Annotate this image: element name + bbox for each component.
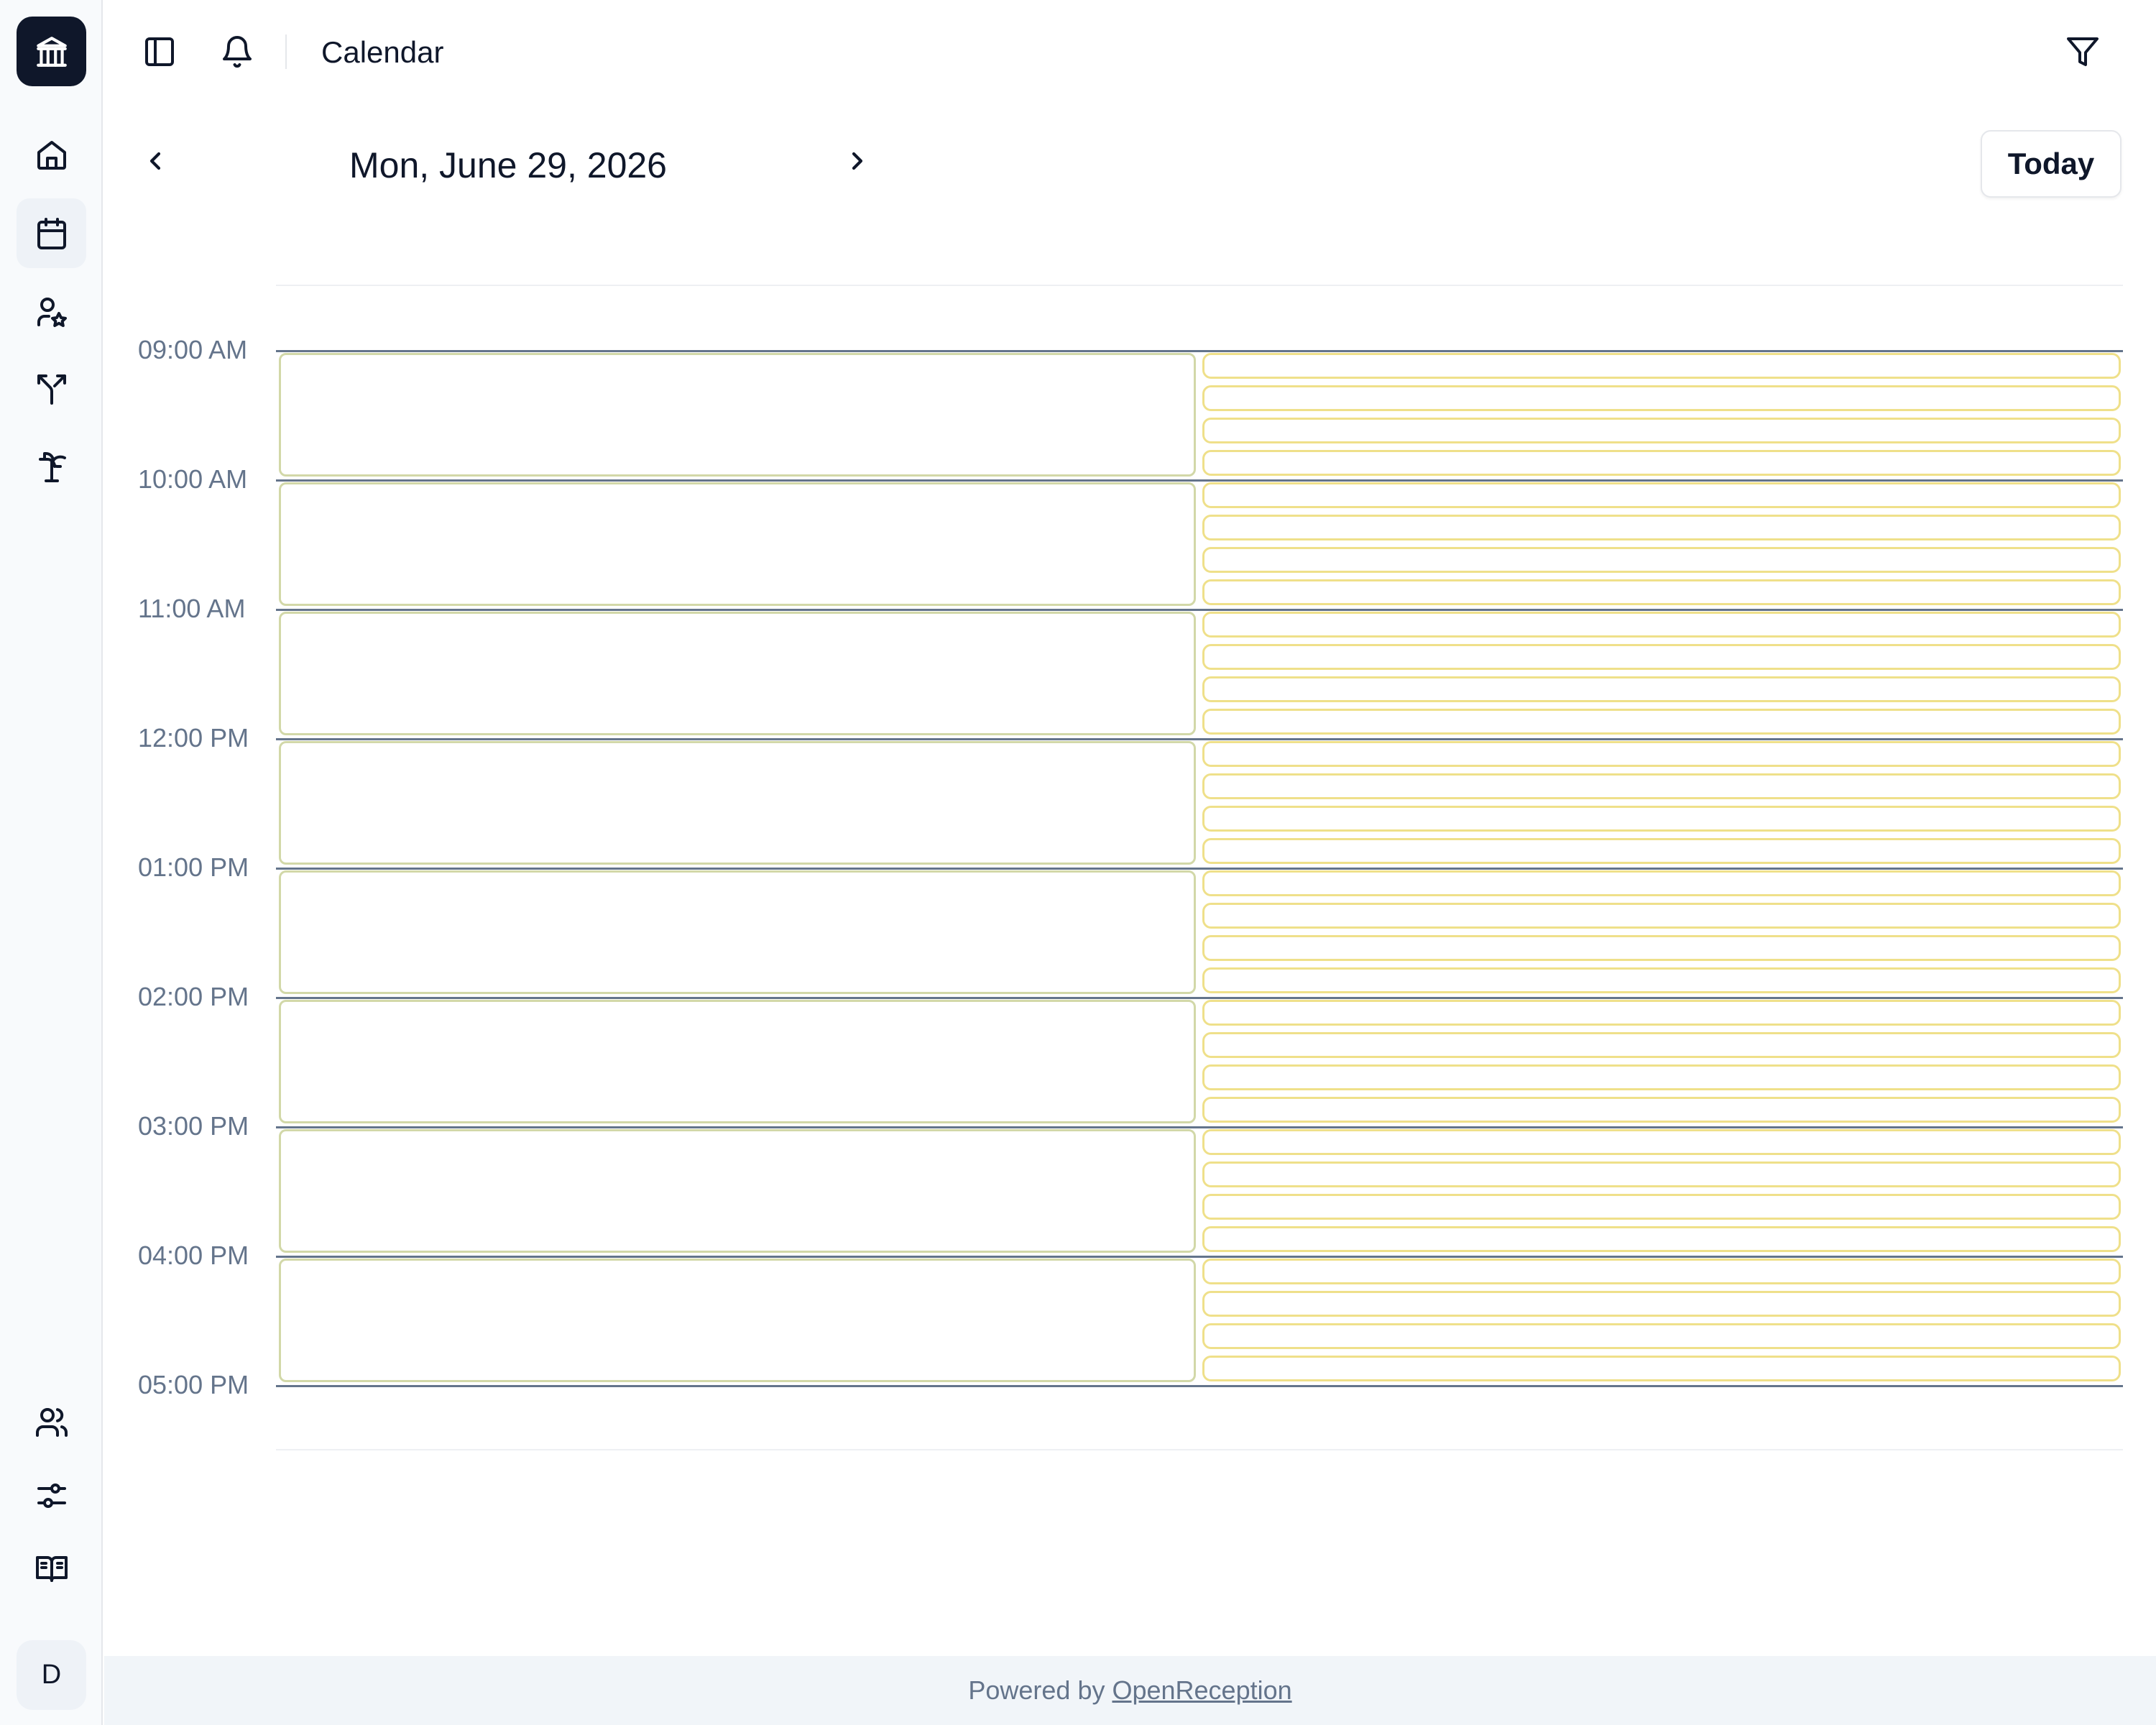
quarter-slot[interactable] xyxy=(1202,1097,2121,1123)
split-arrows-icon xyxy=(37,374,66,405)
user-initial: D xyxy=(41,1660,62,1690)
quarter-slot[interactable] xyxy=(1202,579,2121,605)
quarter-slot[interactable] xyxy=(1202,773,2121,799)
quarter-slot[interactable] xyxy=(1202,644,2121,670)
quarter-slot[interactable] xyxy=(1202,676,2121,702)
quarter-slot[interactable] xyxy=(1202,353,2121,379)
current-date: Mon, June 29, 2026 xyxy=(349,145,667,185)
quarter-slot[interactable] xyxy=(1202,418,2121,443)
time-label: 03:00 PM xyxy=(138,1111,249,1141)
time-label: 02:00 PM xyxy=(138,982,249,1011)
quarter-slot[interactable] xyxy=(1202,1259,2121,1284)
quarter-slot[interactable] xyxy=(1202,450,2121,476)
quarter-slot[interactable] xyxy=(1202,1064,2121,1090)
time-label: 01:00 PM xyxy=(138,852,249,882)
today-button[interactable]: Today xyxy=(1981,130,2122,198)
grid-bottom-line xyxy=(276,1449,2123,1450)
notifications-button[interactable] xyxy=(211,26,263,78)
quarter-slot[interactable] xyxy=(1202,385,2121,411)
quarter-slot[interactable] xyxy=(1202,903,2121,929)
time-label: 04:00 PM xyxy=(138,1241,249,1270)
sidebar-item-holidays[interactable] xyxy=(17,431,86,501)
sidebar: D xyxy=(0,0,103,1725)
hour-line xyxy=(276,1385,2123,1387)
time-label: 09:00 AM xyxy=(138,335,248,364)
hour-slot[interactable] xyxy=(279,870,1196,994)
hour-slot[interactable] xyxy=(279,741,1196,865)
quarter-slot[interactable] xyxy=(1202,1129,2121,1155)
quarter-slot[interactable] xyxy=(1202,1000,2121,1026)
hour-line xyxy=(276,479,2123,482)
sliders-icon xyxy=(37,1483,66,1508)
grid-top-line xyxy=(276,285,2123,286)
toggle-sidebar-button[interactable] xyxy=(134,26,185,78)
user-star-icon xyxy=(37,297,67,327)
hour-slot[interactable] xyxy=(279,1259,1196,1382)
page-title: Calendar xyxy=(321,35,444,69)
app-logo[interactable] xyxy=(17,17,86,86)
book-open-icon xyxy=(35,1555,68,1582)
calendar-icon xyxy=(37,217,66,249)
footer-prefix: Powered by xyxy=(968,1675,1105,1705)
sidebar-item-calendar[interactable] xyxy=(17,198,86,268)
quarter-slot[interactable] xyxy=(1202,1162,2121,1187)
hour-line xyxy=(276,868,2123,870)
header-separator xyxy=(285,34,287,69)
hour-line xyxy=(276,609,2123,611)
next-day-button[interactable] xyxy=(834,138,880,184)
chevron-right-icon xyxy=(852,152,863,170)
hour-slot[interactable] xyxy=(279,353,1196,477)
footer-link[interactable]: OpenReception xyxy=(1112,1675,1291,1706)
hour-slot[interactable] xyxy=(279,612,1196,735)
hour-line xyxy=(276,1256,2123,1258)
calendar-day-grid: 09:00 AM 10:00 AM 11:00 AM 12:00 PM 01:00 PM… xyxy=(0,0,2156,1725)
hour-line xyxy=(276,350,2123,352)
quarter-slot[interactable] xyxy=(1202,709,2121,735)
sidebar-item-home[interactable] xyxy=(17,120,86,190)
quarter-slot[interactable] xyxy=(1202,741,2121,767)
quarter-slot[interactable] xyxy=(1202,612,2121,638)
quarter-slot[interactable] xyxy=(1202,1032,2121,1058)
filter-button[interactable] xyxy=(2057,26,2109,78)
sidebar-item-docs[interactable] xyxy=(17,1534,86,1604)
sidebar-item-staff[interactable] xyxy=(17,277,86,346)
quarter-slot[interactable] xyxy=(1202,838,2121,864)
time-label: 10:00 AM xyxy=(138,464,248,494)
sidebar-item-users[interactable] xyxy=(17,1387,86,1457)
quarter-slot[interactable] xyxy=(1202,935,2121,961)
footer: Powered by OpenReception xyxy=(104,1656,2156,1725)
bell-icon xyxy=(223,36,252,68)
hour-slot[interactable] xyxy=(279,1129,1196,1253)
quarter-slot[interactable] xyxy=(1202,870,2121,896)
quarter-slot[interactable] xyxy=(1202,1356,2121,1381)
panel-left-icon xyxy=(145,37,174,66)
bank-building-icon xyxy=(36,36,67,67)
quarter-slot[interactable] xyxy=(1202,515,2121,540)
time-label: 11:00 AM xyxy=(138,594,246,623)
previous-day-button[interactable] xyxy=(132,138,178,184)
quarter-slot[interactable] xyxy=(1202,806,2121,832)
chevron-left-icon xyxy=(149,152,161,170)
quarter-slot[interactable] xyxy=(1202,1194,2121,1220)
quarter-slot[interactable] xyxy=(1202,1291,2121,1317)
hour-line xyxy=(276,1126,2123,1128)
user-avatar[interactable]: D xyxy=(17,1640,86,1710)
hour-slot[interactable] xyxy=(279,482,1196,606)
sidebar-item-settings[interactable] xyxy=(17,1460,86,1530)
palm-tree-icon xyxy=(38,451,66,482)
time-label: 12:00 PM xyxy=(138,723,249,753)
quarter-slot[interactable] xyxy=(1202,1323,2121,1349)
home-icon xyxy=(37,140,66,170)
quarter-slot[interactable] xyxy=(1202,967,2121,993)
hour-slot[interactable] xyxy=(279,1000,1196,1123)
filter-icon xyxy=(2067,37,2099,66)
quarter-slot[interactable] xyxy=(1202,547,2121,573)
quarter-slot[interactable] xyxy=(1202,1226,2121,1252)
hour-line xyxy=(276,738,2123,740)
users-icon xyxy=(35,1407,68,1437)
quarter-slot[interactable] xyxy=(1202,482,2121,508)
hour-line xyxy=(276,997,2123,999)
sidebar-item-routing[interactable] xyxy=(17,354,86,423)
time-label: 05:00 PM xyxy=(138,1370,249,1399)
